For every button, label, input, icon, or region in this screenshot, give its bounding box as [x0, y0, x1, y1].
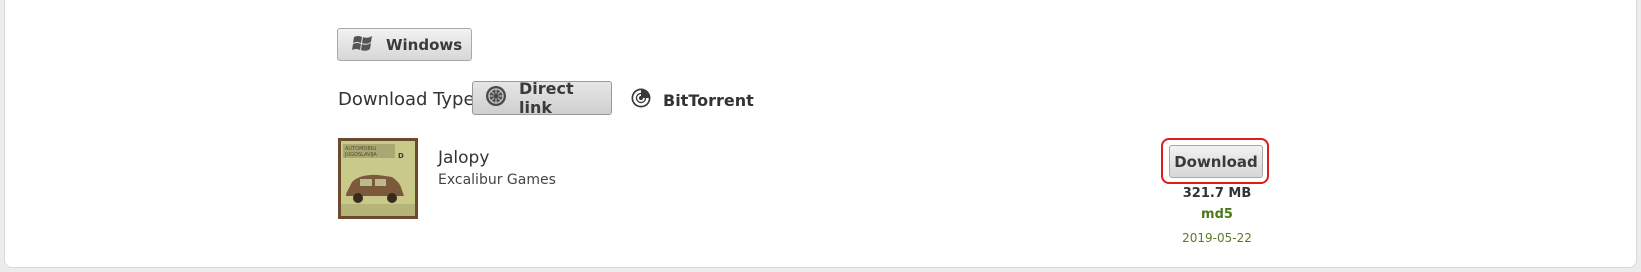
direct-link-label: Direct link	[519, 79, 574, 117]
direct-link-button[interactable]: Direct link	[472, 79, 612, 117]
game-developer: Excalibur Games	[438, 172, 556, 188]
game-title: Jalopy	[438, 148, 490, 168]
download-type-label: Download Type:	[338, 89, 481, 110]
download-panel	[4, 0, 1637, 268]
windows-platform-button[interactable]: Windows	[337, 28, 472, 61]
bittorrent-icon	[631, 88, 651, 112]
md5-link[interactable]: md5	[1170, 207, 1264, 222]
windows-icon	[352, 33, 374, 57]
release-date: 2019-05-22	[1182, 231, 1252, 245]
file-size: 321.7 MB	[1182, 186, 1252, 201]
bittorrent-option[interactable]: BitTorrent	[631, 88, 754, 112]
direct-link-icon	[485, 85, 507, 111]
windows-platform-label: Windows	[386, 35, 463, 54]
svg-text:JUGOSLAVIJA: JUGOSLAVIJA	[344, 152, 377, 158]
svg-text:D: D	[398, 152, 404, 160]
bittorrent-label: BitTorrent	[663, 90, 754, 110]
download-button[interactable]: Download	[1169, 145, 1263, 178]
game-thumbnail: AUTOMOBILI JUGOSLAVIJA D	[338, 138, 418, 219]
